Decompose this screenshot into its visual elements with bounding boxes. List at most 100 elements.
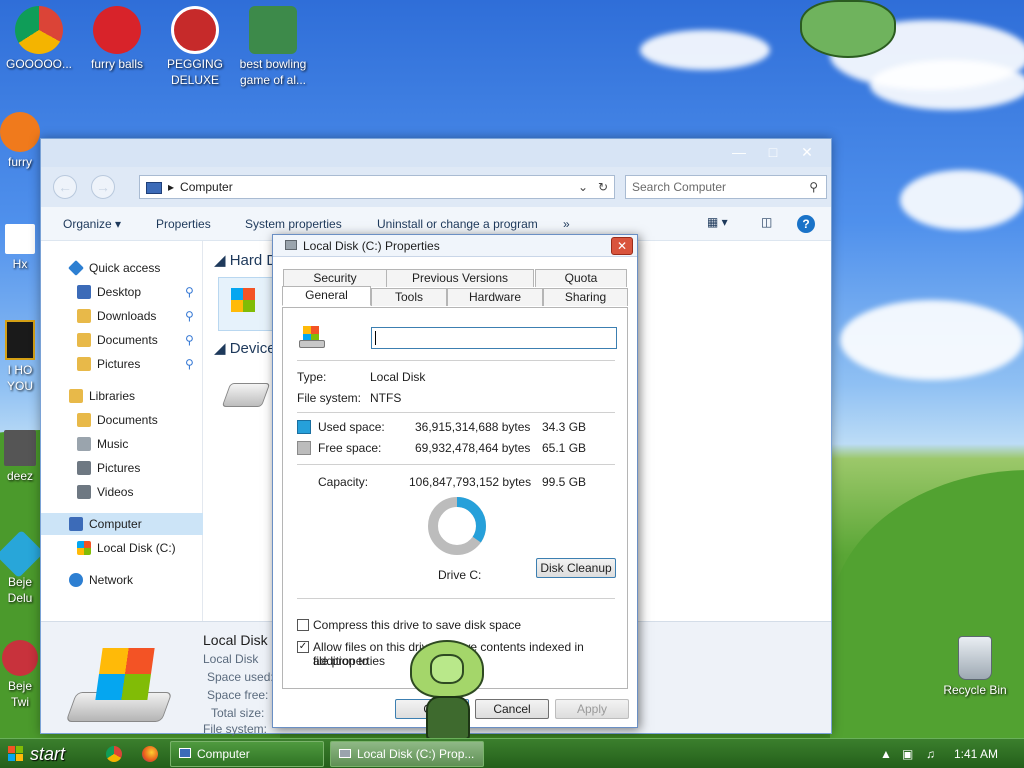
tab-tools[interactable]: Tools (371, 288, 447, 306)
more-commands-button[interactable]: » (563, 217, 570, 231)
drive-icon (77, 541, 91, 555)
disk-usage-donut (428, 497, 486, 555)
desktop-icon-deez[interactable]: deez (0, 430, 40, 484)
free-space-swatch (297, 441, 311, 455)
taskbar-item-computer[interactable]: Computer (170, 741, 324, 767)
minimize-button[interactable]: — (725, 143, 753, 161)
tab-hardware[interactable]: Hardware (447, 288, 543, 306)
tab-quota[interactable]: Quota (535, 269, 627, 287)
dvd-drive-icon[interactable] (221, 383, 271, 407)
tab-sharing[interactable]: Sharing (543, 288, 628, 306)
nav-lib-pictures[interactable]: Pictures (41, 457, 203, 479)
nav-local-disk[interactable]: Local Disk (C:) (41, 537, 203, 559)
address-bar[interactable]: ▸ Computer ⌄ ↻ (139, 175, 615, 199)
address-bar-row: ← → ▸ Computer ⌄ ↻ Search Computer ⚲ (41, 167, 831, 207)
nav-quick-access[interactable]: Quick access (41, 257, 203, 279)
desktop-icon-bejeweled-deluxe[interactable]: Beje Delu (0, 529, 45, 606)
disk-cleanup-button[interactable]: Disk Cleanup (536, 558, 616, 578)
desktop-icon-bowling[interactable]: best bowling game of al... (234, 6, 312, 88)
nav-label: Network (89, 573, 134, 587)
navigation-pane: Quick access Desktop ⚲ Downloads ⚲ Documen… (41, 241, 203, 621)
music-folder-icon (77, 437, 91, 451)
nav-computer[interactable]: Computer (41, 513, 203, 535)
gem-icon (0, 529, 45, 579)
system-properties-button[interactable]: System properties (245, 217, 342, 231)
hx-icon (5, 224, 35, 254)
nav-lib-documents[interactable]: Documents (41, 409, 203, 431)
organize-button[interactable]: Organize ▾ (63, 217, 121, 231)
desktop-icon-chrome[interactable]: GOOOOO... (0, 6, 78, 72)
tab-security[interactable]: Security (283, 269, 387, 287)
search-input[interactable]: Search Computer ⚲ (625, 175, 827, 199)
desktop-icon-bejeweled-twist[interactable]: Beje Twi (0, 640, 40, 710)
used-space-bytes: 36,915,314,688 bytes (415, 420, 531, 434)
nav-downloads[interactable]: Downloads ⚲ (41, 305, 203, 327)
volume-icon[interactable]: ♫ (926, 747, 935, 761)
desktop-icon-recycle-bin[interactable]: Recycle Bin (936, 636, 1014, 698)
start-label: start (30, 744, 66, 764)
used-space-gb: 34.3 GB (542, 420, 587, 434)
start-button[interactable]: start (0, 739, 96, 768)
compress-label: Compress this drive to save disk space (313, 618, 522, 632)
tab-general[interactable]: General (282, 286, 371, 306)
desktop-icon-furry-balls[interactable]: furry balls (78, 6, 156, 72)
preview-pane-icon[interactable]: ◫ (761, 215, 772, 229)
file-icon (4, 430, 36, 466)
chevron-down-icon[interactable]: ⌄ (578, 176, 588, 198)
firefox-icon[interactable] (142, 746, 158, 762)
search-icon: ⚲ (809, 180, 818, 194)
desktop-icon-i-ho-you[interactable]: I HO YOU (0, 320, 40, 394)
dialog-close-button[interactable]: ✕ (611, 237, 633, 255)
drive-tile-c[interactable] (218, 277, 274, 331)
nav-network[interactable]: Network (41, 569, 203, 591)
nav-lib-videos[interactable]: Videos (41, 481, 203, 503)
pin-icon: ⚲ (185, 285, 194, 299)
nav-pictures[interactable]: Pictures ⚲ (41, 353, 203, 375)
tab-previous-versions[interactable]: Previous Versions (386, 269, 534, 287)
uninstall-program-button[interactable]: Uninstall or change a program (377, 217, 538, 231)
explorer-titlebar[interactable]: — □ ✕ (41, 139, 831, 167)
cancel-button[interactable]: Cancel (475, 699, 549, 719)
dialog-titlebar[interactable]: Local Disk (C:) Properties ✕ (273, 235, 637, 257)
nav-libraries[interactable]: Libraries (41, 385, 203, 407)
chrome-icon[interactable] (106, 746, 122, 762)
nav-label: Libraries (89, 389, 136, 403)
clock[interactable]: 1:41 AM (954, 747, 998, 761)
nav-desktop[interactable]: Desktop ⚲ (41, 281, 203, 303)
computer-icon (69, 517, 83, 531)
general-tab-panel: Type: Local Disk File system: NTFS Used … (282, 307, 628, 689)
desktop-icon-label: best bowling game of al... (239, 57, 307, 87)
desktop-icon-hx[interactable]: Hx (0, 224, 40, 272)
maximize-button[interactable]: □ (759, 143, 787, 161)
refresh-icon[interactable]: ↻ (598, 176, 608, 198)
taskbar-item-properties[interactable]: Local Disk (C:) Prop... (330, 741, 484, 767)
large-drive-icon (65, 644, 173, 728)
show-hidden-icons[interactable]: ▲ (880, 747, 892, 761)
drive-name-input[interactable] (371, 327, 617, 349)
cloud (840, 300, 1024, 380)
help-icon[interactable]: ? (797, 215, 815, 233)
desktop-icon-pegging[interactable]: PEGGING DELUXE (156, 6, 234, 88)
nav-lib-music[interactable]: Music (41, 433, 203, 455)
nav-label: Documents (97, 333, 158, 347)
apply-button[interactable]: Apply (555, 699, 629, 719)
nav-label: Downloads (97, 309, 157, 323)
computer-icon (146, 181, 162, 194)
index-checkbox[interactable]: ✓ (297, 641, 309, 653)
nav-label: Documents (97, 413, 158, 427)
properties-button[interactable]: Properties (156, 217, 211, 231)
nav-documents[interactable]: Documents ⚲ (41, 329, 203, 351)
network-tray-icon[interactable]: ▣ (902, 747, 913, 761)
desktop-icon-firefox[interactable]: furry (0, 112, 40, 170)
forward-button[interactable]: → (91, 175, 115, 199)
group-header-devices[interactable]: ◢ Device (214, 339, 276, 357)
close-button[interactable]: ✕ (793, 143, 821, 161)
back-button[interactable]: ← (53, 175, 77, 199)
pegging-icon (171, 6, 219, 54)
nav-label: Pictures (97, 461, 141, 475)
view-options-icon[interactable]: ▦ ▾ (707, 215, 728, 229)
nav-label: Desktop (97, 285, 142, 299)
group-header-hard-drives[interactable]: ◢ Hard D (214, 251, 277, 269)
taskbar-item-label: Local Disk (C:) Prop... (357, 747, 475, 761)
compress-checkbox[interactable] (297, 619, 309, 631)
